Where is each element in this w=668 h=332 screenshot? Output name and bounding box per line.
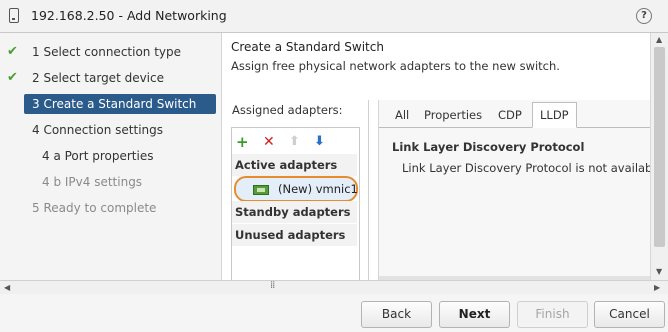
step-label: 3 Create a Standard Switch [32, 97, 197, 111]
tab-properties[interactable]: Properties [417, 103, 489, 127]
page-title: Create a Standard Switch [231, 40, 384, 54]
scroll-right-arrow-icon[interactable]: ▶ [654, 281, 660, 294]
step-label: 1 Select connection type [32, 45, 182, 59]
panel-splitter[interactable] [368, 100, 369, 280]
adapter-name: (New) vmnic1 [278, 182, 358, 196]
adapter-details-panel: All Properties CDP LLDP Link Layer Disco… [378, 100, 667, 280]
scroll-left-arrow-icon[interactable]: ◀ [4, 281, 10, 294]
step-label: 4 a Port properties [42, 149, 154, 163]
adapter-row-vmnic1[interactable]: (New) vmnic1 [234, 176, 358, 202]
back-button[interactable]: Back [361, 301, 432, 328]
page-subtitle: Assign free physical network adapters to… [231, 59, 560, 73]
move-down-icon[interactable]: ⬇ [314, 134, 325, 150]
title-bar: 192.168.2.50 - Add Networking ? [0, 0, 668, 33]
details-tabs: All Properties CDP LLDP [379, 100, 667, 128]
lldp-status-message: Link Layer Discovery Protocol is not ava… [402, 161, 663, 175]
step-connection-settings[interactable]: 4 Connection settings [0, 120, 220, 140]
horizontal-scrollbar[interactable]: ◀ ⁞⁞ ▶ [0, 280, 668, 295]
assigned-adapters-label: Assigned adapters: [232, 103, 343, 117]
scroll-down-arrow-icon[interactable]: ▼ [656, 267, 662, 276]
cancel-button[interactable]: Cancel [594, 301, 665, 328]
step-label: 4 b IPv4 settings [42, 175, 143, 189]
check-icon: ✔ [7, 44, 18, 59]
window-title: 192.168.2.50 - Add Networking [31, 8, 227, 23]
move-up-icon: ⬆ [289, 134, 300, 149]
step-create-standard-switch[interactable]: 3 Create a Standard Switch [24, 94, 216, 114]
step-ready-to-complete: 5 Ready to complete [0, 198, 220, 218]
finish-button: Finish [517, 301, 588, 328]
network-adapter-icon [253, 185, 269, 195]
step-select-connection-type[interactable]: ✔ 1 Select connection type [0, 42, 220, 62]
tab-lldp[interactable]: LLDP [532, 102, 577, 128]
step-ipv4-settings: 4 b IPv4 settings [0, 172, 220, 192]
standby-adapters-group: Standby adapters [232, 201, 357, 223]
unused-adapters-group: Unused adapters [232, 224, 357, 246]
scrollbar-thumb[interactable] [654, 47, 665, 247]
wizard-steps-sidebar: ✔ 1 Select connection type ✔ 2 Select ta… [0, 33, 222, 280]
lldp-section-title: Link Layer Discovery Protocol [392, 140, 585, 154]
add-adapter-icon[interactable]: + [236, 134, 249, 150]
step-label: 4 Connection settings [32, 123, 164, 137]
step-select-target-device[interactable]: ✔ 2 Select target device [0, 68, 220, 88]
host-device-icon [9, 8, 19, 23]
check-icon: ✔ [7, 70, 18, 85]
main-panel: Create a Standard Switch Assign free phy… [222, 33, 668, 281]
help-icon[interactable]: ? [636, 8, 652, 24]
next-button[interactable]: Next [439, 301, 510, 328]
step-port-properties[interactable]: 4 a Port properties [0, 146, 220, 166]
vertical-scrollbar[interactable]: ▲ ▼ [650, 33, 668, 280]
step-label: 5 Ready to complete [32, 201, 157, 215]
scroll-up-arrow-icon[interactable]: ▲ [656, 35, 662, 44]
active-adapters-group: Active adapters [232, 154, 357, 176]
tab-cdp[interactable]: CDP [491, 103, 529, 127]
splitter-grip-icon[interactable]: ⁞⁞ [270, 280, 275, 291]
step-label: 2 Select target device [32, 71, 164, 85]
wizard-footer: Back Next Finish Cancel [0, 294, 668, 332]
remove-adapter-icon[interactable]: ✕ [263, 134, 275, 150]
tab-all[interactable]: All [388, 103, 416, 127]
